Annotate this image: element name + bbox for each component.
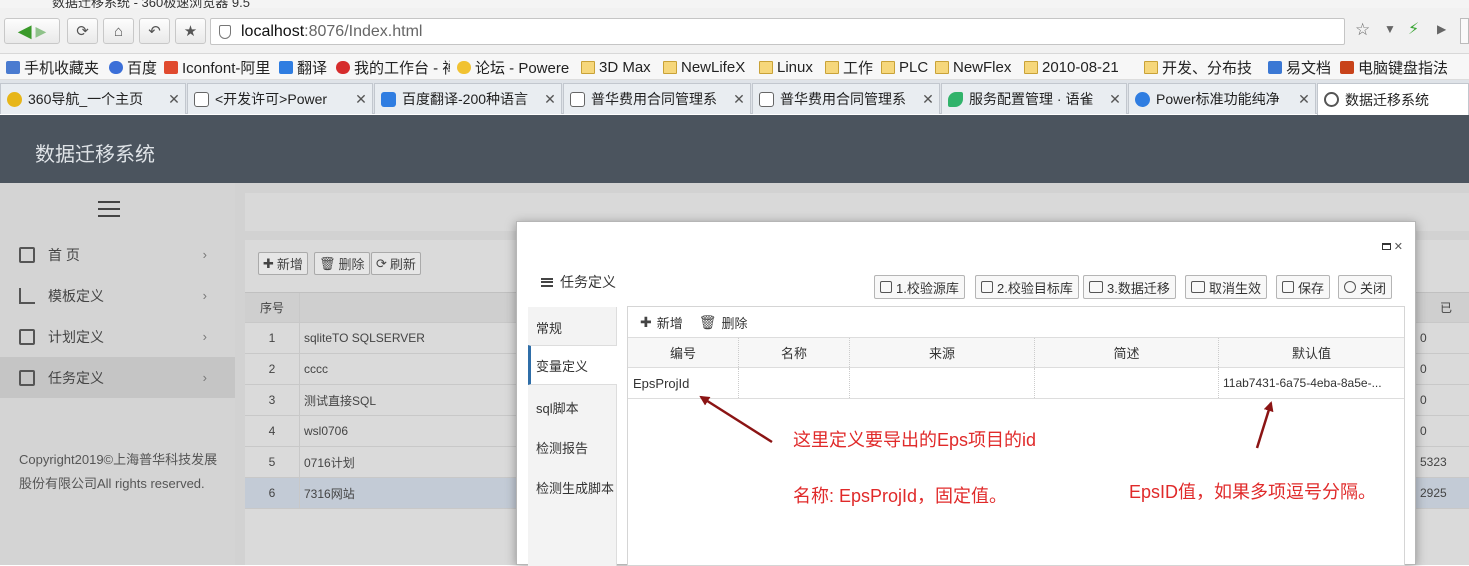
annotation-note: 名称: EpsProjId，固定值。: [793, 486, 1008, 506]
annotation-note: 这里定义要导出的Eps项目的id: [793, 430, 1037, 450]
annotation-note: EpsID值，如果多项逗号分隔。: [1129, 482, 1377, 502]
annotation-arrow-code: [699, 395, 773, 444]
annotation-arrow-default: [1255, 401, 1274, 449]
